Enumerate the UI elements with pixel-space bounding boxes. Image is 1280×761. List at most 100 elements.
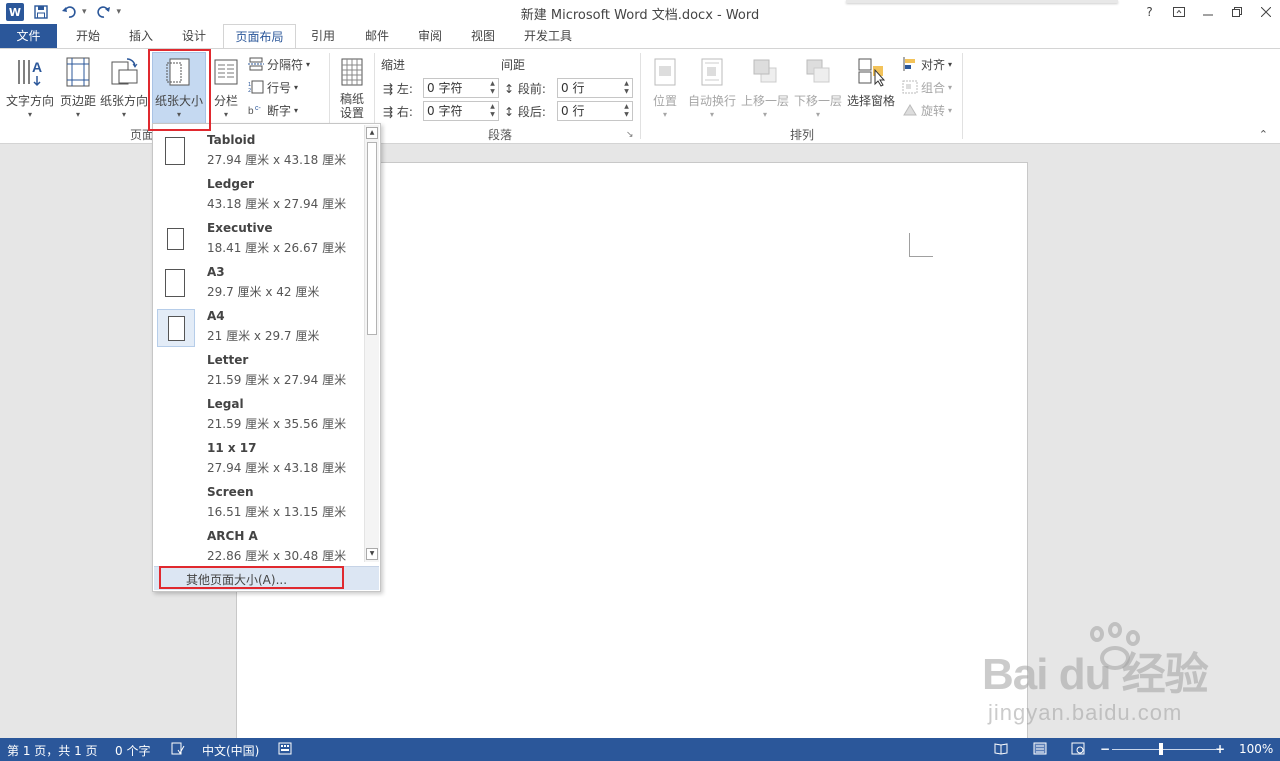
word-count[interactable]: 0 个字 [115, 742, 150, 759]
indent-right-input[interactable]: 0 字符 ▲ ▼ [423, 101, 499, 121]
position-button[interactable]: 位置 ▾ [648, 53, 682, 119]
breaks-button[interactable]: 分隔符 ▾ [248, 54, 310, 74]
selection-pane-button[interactable]: 选择窗格 [846, 53, 896, 119]
columns-button[interactable]: 分栏 ▾ [210, 53, 242, 119]
proofing-icon[interactable] [171, 742, 185, 758]
minimize-icon[interactable] [1193, 0, 1222, 24]
macro-record-icon[interactable] [278, 742, 292, 758]
spacing-after-input[interactable]: 0 行 ▲ ▼ [557, 101, 633, 121]
paper-size-item[interactable]: Letter 21.59 厘米 x 27.94 厘米 [153, 350, 363, 394]
tab-mailings[interactable]: 邮件 [352, 24, 402, 49]
line-numbers-button[interactable]: 12 行号 ▾ [248, 77, 298, 97]
paper-thumbnail [157, 221, 195, 259]
orientation-label: 纸张方向 [100, 94, 149, 108]
tab-file[interactable]: 文件 [0, 24, 57, 49]
tab-references[interactable]: 引用 [298, 24, 348, 49]
paper-size-dimensions: 27.94 厘米 x 43.18 厘米 [207, 461, 347, 475]
save-icon[interactable] [30, 2, 52, 22]
group-button[interactable]: 组合 ▾ [902, 77, 952, 97]
paper-thumbnail [157, 265, 195, 303]
page-count[interactable]: 第 1 页，共 1 页 [7, 742, 98, 759]
ribbon-display-options-icon[interactable] [1164, 0, 1193, 24]
paper-size-item[interactable]: A4 21 厘米 x 29.7 厘米 [153, 306, 363, 350]
zoom-slider-thumb[interactable] [1159, 743, 1163, 755]
spacing-before-input[interactable]: 0 行 ▲ ▼ [557, 78, 633, 98]
zoom-level[interactable]: 100% [1239, 742, 1273, 756]
chevron-down-icon: ▾ [176, 110, 181, 119]
window-controls: ? [1135, 0, 1280, 24]
text-direction-icon: A [15, 56, 45, 88]
spinner-icon[interactable]: ▲ ▼ [622, 80, 631, 96]
paper-size-item[interactable]: Executive 18.41 厘米 x 26.67 厘米 [153, 218, 363, 262]
orientation-button[interactable]: 纸张方向 ▾ [100, 53, 148, 119]
zoom-slider[interactable] [1112, 749, 1216, 750]
paper-size-item[interactable]: A3 29.7 厘米 x 42 厘米 [153, 262, 363, 306]
chevron-down-icon: ▾ [121, 110, 126, 119]
customize-qat-icon[interactable]: ▾ [117, 7, 122, 17]
tab-insert[interactable]: 插入 [116, 24, 166, 49]
tab-page-layout[interactable]: 页面布局 [223, 24, 296, 49]
paper-size-item[interactable]: Ledger 43.18 厘米 x 27.94 厘米 [153, 174, 363, 218]
margins-label: 页边距 [59, 94, 96, 108]
spinner-icon[interactable]: ▲ ▼ [488, 103, 497, 119]
paper-size-item[interactable]: Legal 21.59 厘米 x 35.56 厘米 [153, 394, 363, 438]
breaks-icon [248, 57, 264, 71]
tab-view[interactable]: 视图 [458, 24, 508, 49]
arrange-group-label: 排列 [790, 128, 815, 142]
chevron-down-icon: ▾ [709, 110, 714, 119]
gallery-scrollbar[interactable]: ▲ ▼ [364, 125, 379, 562]
paper-size-item[interactable]: ARCH A 22.86 厘米 x 30.48 厘米 [153, 526, 363, 570]
scroll-up-icon[interactable]: ▲ [366, 127, 378, 139]
help-button[interactable]: ? [1135, 0, 1164, 24]
tab-review[interactable]: 审阅 [405, 24, 455, 49]
undo-dropdown-icon[interactable]: ▾ [82, 7, 87, 17]
paper-size-dimensions: 21.59 厘米 x 35.56 厘米 [207, 417, 347, 431]
align-label: 对齐 [921, 57, 946, 72]
tab-developer[interactable]: 开发工具 [514, 24, 582, 49]
print-layout-icon[interactable] [1033, 742, 1047, 758]
indent-left-icon: ⇶ [383, 82, 394, 96]
close-icon[interactable] [1251, 0, 1280, 24]
bring-forward-label: 上移一层 [740, 94, 789, 108]
paper-size-item[interactable]: Tabloid 27.94 厘米 x 43.18 厘米 [153, 130, 363, 174]
margins-button[interactable]: 页边距 ▾ [58, 53, 98, 119]
paper-thumbnail [157, 309, 195, 347]
scroll-down-icon[interactable]: ▼ [366, 548, 378, 560]
web-layout-icon[interactable] [1071, 742, 1085, 758]
tab-design[interactable]: 设计 [168, 24, 220, 49]
paper-size-name: A3 [207, 265, 225, 279]
restore-icon[interactable] [1222, 0, 1251, 24]
align-button[interactable]: 对齐 ▾ [902, 54, 952, 74]
svg-text:A: A [32, 59, 42, 75]
page-icon [166, 228, 184, 250]
more-paper-sizes-item[interactable]: 其他页面大小(A)... [186, 571, 287, 588]
hyphenation-button[interactable]: b c- 断字 ▾ [248, 100, 298, 120]
scroll-thumb[interactable] [367, 142, 377, 335]
size-button[interactable]: 纸张大小 ▾ [152, 52, 206, 124]
redo-icon[interactable] [93, 2, 115, 22]
paper-size-item[interactable]: 11 x 17 27.94 厘米 x 43.18 厘米 [153, 438, 363, 482]
group-separator [962, 53, 963, 139]
more-paper-sizes-row[interactable]: 其他页面大小(A)... [154, 566, 379, 590]
send-backward-button[interactable]: 下移一层 ▾ [793, 53, 843, 119]
collapse-ribbon-icon[interactable]: ⌃ [1259, 128, 1268, 141]
language-indicator[interactable]: 中文(中国) [202, 742, 259, 759]
zoom-in-icon[interactable]: + [1215, 742, 1225, 756]
dialog-launcher-icon[interactable]: ↘ [626, 130, 634, 140]
wrap-text-button[interactable]: 自动换行 ▾ [687, 53, 737, 119]
read-mode-icon[interactable] [994, 742, 1008, 758]
undo-icon[interactable] [58, 2, 80, 22]
zoom-out-icon[interactable]: − [1100, 742, 1110, 756]
bring-forward-button[interactable]: 上移一层 ▾ [740, 53, 790, 119]
spinner-icon[interactable]: ▲ ▼ [488, 80, 497, 96]
spinner-icon[interactable]: ▲ ▼ [622, 103, 631, 119]
indent-left-input[interactable]: 0 字符 ▲ ▼ [423, 78, 499, 98]
paper-size-dimensions: 22.86 厘米 x 30.48 厘米 [207, 549, 347, 563]
paper-size-item[interactable]: Screen 16.51 厘米 x 13.15 厘米 [153, 482, 363, 526]
text-direction-button[interactable]: A 文字方向 ▾ [4, 53, 56, 119]
word-logo-icon: W [6, 3, 24, 21]
rotate-button[interactable]: 旋转 ▾ [902, 100, 952, 120]
svg-text:2: 2 [248, 88, 251, 94]
tab-home[interactable]: 开始 [60, 24, 116, 49]
draft-paper-button[interactable]: 稿纸 设置 [334, 53, 370, 120]
